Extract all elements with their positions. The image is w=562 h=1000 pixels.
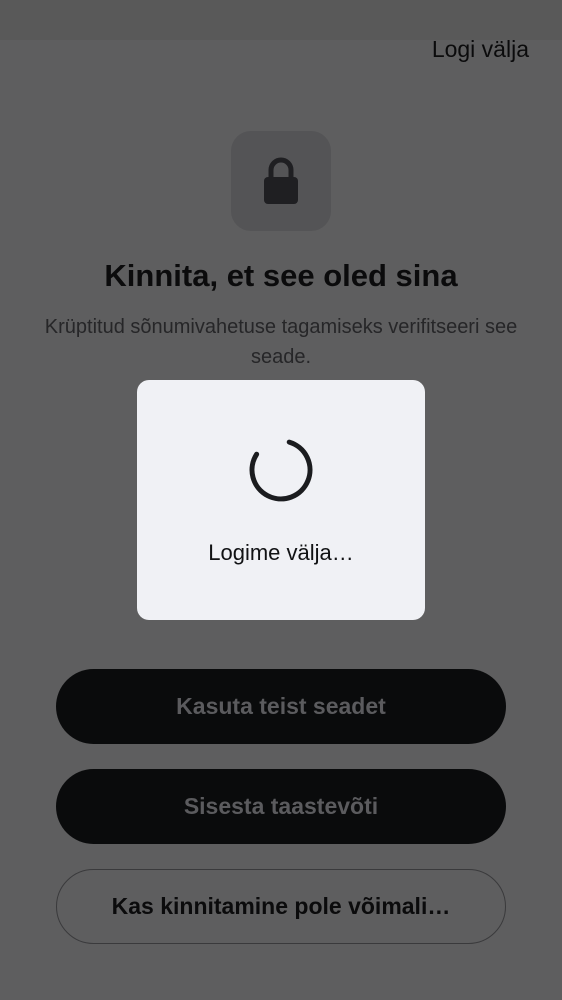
progress-dialog: Logime välja… [137, 380, 425, 620]
lock-icon-tile [231, 131, 331, 231]
use-other-device-button[interactable]: Kasuta teist seadet [56, 669, 506, 744]
page-title: Kinnita, et see oled sina [104, 258, 458, 293]
top-bar [0, 0, 562, 40]
use-other-device-label: Kasuta teist seadet [176, 693, 386, 719]
cannot-verify-button[interactable]: Kas kinnitamine pole võimali… [56, 869, 506, 944]
spinner-icon [249, 439, 313, 502]
page-subtitle: Krüptitud sõnumivahetuse tagamiseks veri… [44, 316, 518, 368]
enter-recovery-key-button[interactable]: Sisesta taastevõti [56, 769, 506, 844]
lock-icon [264, 157, 298, 204]
progress-message: Logime välja… [208, 540, 354, 565]
logout-button[interactable]: Logi välja [432, 36, 529, 63]
cannot-verify-label: Kas kinnitamine pole võimali… [111, 893, 451, 919]
enter-recovery-key-label: Sisesta taastevõti [183, 793, 379, 819]
